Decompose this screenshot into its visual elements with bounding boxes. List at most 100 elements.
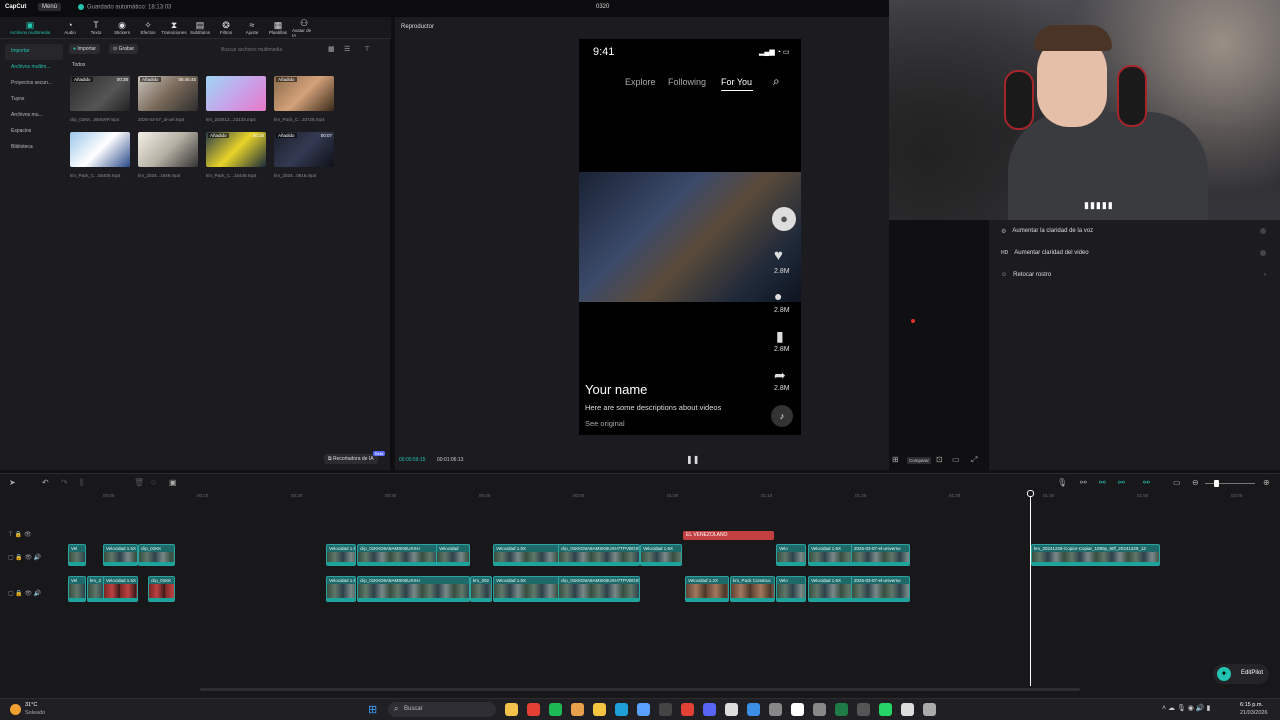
magnet-icon[interactable]: ⚯	[1099, 478, 1106, 487]
obs-icon[interactable]	[659, 703, 672, 716]
media-item[interactable]: Añadido 00:07 km_2024...0816.mp4	[274, 132, 336, 178]
marker-icon[interactable]: ◌	[151, 478, 156, 487]
playhead[interactable]	[1030, 490, 1031, 686]
timeline-clip[interactable]: Velocidad 1.5X	[326, 576, 356, 602]
timeline-clip[interactable]: Velocidad 1.2X	[685, 576, 729, 602]
timeline-clip[interactable]: clip_01KKD6A8AMSKBUXH7TPVBGSWP.mp4	[558, 544, 640, 566]
timeline-clip[interactable]: clip_01KKD6A8AMSKBUXXH	[357, 576, 470, 602]
media-thumbnail[interactable]: Añadido 06:45:45	[138, 76, 198, 111]
timeline-clip[interactable]: Velocidad 1.5X	[103, 544, 138, 566]
phone-search-icon[interactable]: ⌕	[773, 74, 780, 89]
tab-explore[interactable]: Explore	[625, 77, 656, 87]
media-item[interactable]: km_2024...1649.mp4	[138, 132, 200, 178]
chrome-icon[interactable]	[527, 703, 540, 716]
mic-icon[interactable]: 🎙	[1057, 478, 1067, 487]
media-item[interactable]: Añadido 00:38 clip_01KK...B6SWP.mp4	[70, 76, 132, 122]
discord-icon[interactable]	[703, 703, 716, 716]
notepad-icon[interactable]	[725, 703, 738, 716]
bookmark-icon[interactable]: ▮	[776, 328, 784, 345]
music-disc-icon[interactable]: ♪	[771, 405, 793, 427]
steam-icon[interactable]	[813, 703, 826, 716]
timeline-clip[interactable]: km_20241228-Copiar-Copiar_1080p_60f_2024…	[1031, 544, 1160, 566]
timeline-clip[interactable]: km_202	[470, 576, 492, 602]
editpilot-button[interactable]: ✦ EditPilot	[1213, 664, 1269, 684]
media-thumbnail[interactable]: Añadido 00:38	[70, 76, 130, 111]
link-icon[interactable]: ⚯	[1080, 478, 1087, 487]
media-item[interactable]: km_202612...22133.mp4	[206, 76, 268, 122]
fit-icon[interactable]: ▭	[1173, 478, 1181, 487]
face-retouch-row[interactable]: ☺ Retocar rostro ›	[989, 264, 1280, 286]
toolbar-tab-subtitles[interactable]: ▤ Subtítulos	[188, 17, 212, 39]
timeline-clip[interactable]: Velocidad 1.5X	[808, 576, 853, 602]
timeline-clip[interactable]: Velocidad 1.5X	[640, 544, 682, 566]
timeline-clip[interactable]: Velo	[776, 544, 806, 566]
timeline-ruler[interactable]: 00:00 00:10 00:20 00:30 00:40 00:50 01:00 01:10…	[0, 492, 1280, 502]
timeline-clip[interactable]: clip_01KK	[138, 544, 175, 566]
capcut-app-icon[interactable]	[901, 703, 914, 716]
timeline-clip[interactable]: 2026-03-07-el-universo	[851, 576, 910, 602]
toolbar-tab-media[interactable]: ▣ Archivos multimedia	[4, 17, 56, 39]
timeline-clip[interactable]: clip_01KK	[148, 576, 175, 602]
filter-icon[interactable]: ⊤	[364, 45, 370, 53]
phone-preview[interactable]: 9:41 ▂▄▆ ◔ ▭ Explore Following For You ⌕…	[579, 39, 801, 435]
timeline-clip[interactable]: 2026-03-07-el-universo	[851, 544, 910, 566]
media-thumbnail[interactable]: Añadido	[274, 76, 334, 111]
timeline-clip[interactable]: Velocidad	[436, 544, 470, 566]
undo-icon[interactable]: ↶	[42, 478, 49, 487]
sidenav-item[interactable]: Archivos mu...	[5, 108, 63, 124]
timeline-clip[interactable]: Velocidad 1.5X	[493, 576, 561, 602]
import-button[interactable]: ● Importar	[69, 44, 101, 54]
toolbar-tab-transitions[interactable]: ⧗ Transiciones	[161, 17, 186, 39]
media-thumbnail[interactable]	[70, 132, 130, 167]
camera-icon[interactable]	[769, 703, 782, 716]
media-item[interactable]: km_Pack_C...55409.mp4	[70, 132, 132, 178]
terminal-icon[interactable]	[857, 703, 870, 716]
zoom-in-icon[interactable]: ⊕	[1263, 478, 1270, 487]
zoom-out-icon[interactable]: ⊖	[1192, 478, 1199, 487]
delete-icon[interactable]: 🗑	[134, 478, 144, 487]
toolbar-tab-effects[interactable]: ✧ Efectos	[136, 17, 160, 39]
toolbar-tab-templates[interactable]: ▦ Plantillas	[266, 17, 290, 39]
paint-icon[interactable]	[571, 703, 584, 716]
select-tool-icon[interactable]: ➤	[9, 478, 16, 487]
video-toggle[interactable]	[1260, 250, 1266, 256]
tab-following[interactable]: Following	[668, 77, 706, 87]
media-item[interactable]: Añadido 00:15 km_Pack_C...15449.mp4	[206, 132, 268, 178]
timeline-clip[interactable]: Vel	[68, 576, 86, 602]
photos-icon[interactable]	[637, 703, 650, 716]
menu-button[interactable]: Menú	[38, 3, 62, 11]
sidenav-item[interactable]: Proyectos secun...	[5, 76, 63, 92]
snap-icon[interactable]: ⚯	[1143, 478, 1150, 487]
media-thumbnail[interactable]: Añadido 00:15	[206, 132, 266, 167]
start-icon[interactable]: ⊞	[368, 703, 377, 716]
capcut-icon[interactable]	[791, 703, 804, 716]
freeze-icon[interactable]: ▣	[169, 478, 177, 487]
toolbar-tab-sticker[interactable]: ◉ Stickers	[110, 17, 134, 39]
media-search-input[interactable]	[217, 45, 385, 55]
media-item[interactable]: Añadido km_Pack_C...10728.mp4	[274, 76, 336, 122]
text-clip[interactable]: EL VENEZOLANO	[683, 531, 774, 540]
tab-for-you[interactable]: For You	[721, 77, 752, 87]
zoom-slider[interactable]	[1205, 483, 1255, 484]
edge-icon[interactable]	[615, 703, 628, 716]
media-thumbnail[interactable]	[138, 132, 198, 167]
like-icon[interactable]: ♥	[774, 247, 783, 264]
video-clarity-row[interactable]: HD Aumentar claridad del video	[989, 242, 1280, 264]
sidenav-item[interactable]: Tuyos	[5, 92, 63, 108]
chrome-icon-2[interactable]	[681, 703, 694, 716]
media-thumbnail[interactable]	[206, 76, 266, 111]
taskbar-search[interactable]: ⌕ Buscar	[388, 702, 496, 717]
pause-icon[interactable]: ❚❚	[686, 455, 699, 464]
ratio-icon[interactable]: ▭	[952, 455, 960, 464]
preview-settings-icon[interactable]: ⊞	[892, 455, 899, 464]
toolbar-tab-adjust[interactable]: ≈ Ajuste	[240, 17, 264, 39]
comment-icon[interactable]: ●	[774, 288, 782, 304]
compare-button[interactable]: Comparar	[907, 457, 932, 464]
playhead-handle[interactable]	[1027, 490, 1034, 497]
preview-axis-icon[interactable]: ⚯	[1118, 478, 1125, 487]
timeline-clip[interactable]: Vel	[68, 544, 86, 566]
timeline-clip[interactable]: Velocidad 1.5X	[493, 544, 561, 566]
media-item[interactable]: Añadido 06:45:45 2026-03-07_al-uel.mp4	[138, 76, 200, 122]
sidenav-item[interactable]: Archivos multim...	[5, 60, 63, 76]
voice-toggle[interactable]	[1260, 228, 1266, 234]
